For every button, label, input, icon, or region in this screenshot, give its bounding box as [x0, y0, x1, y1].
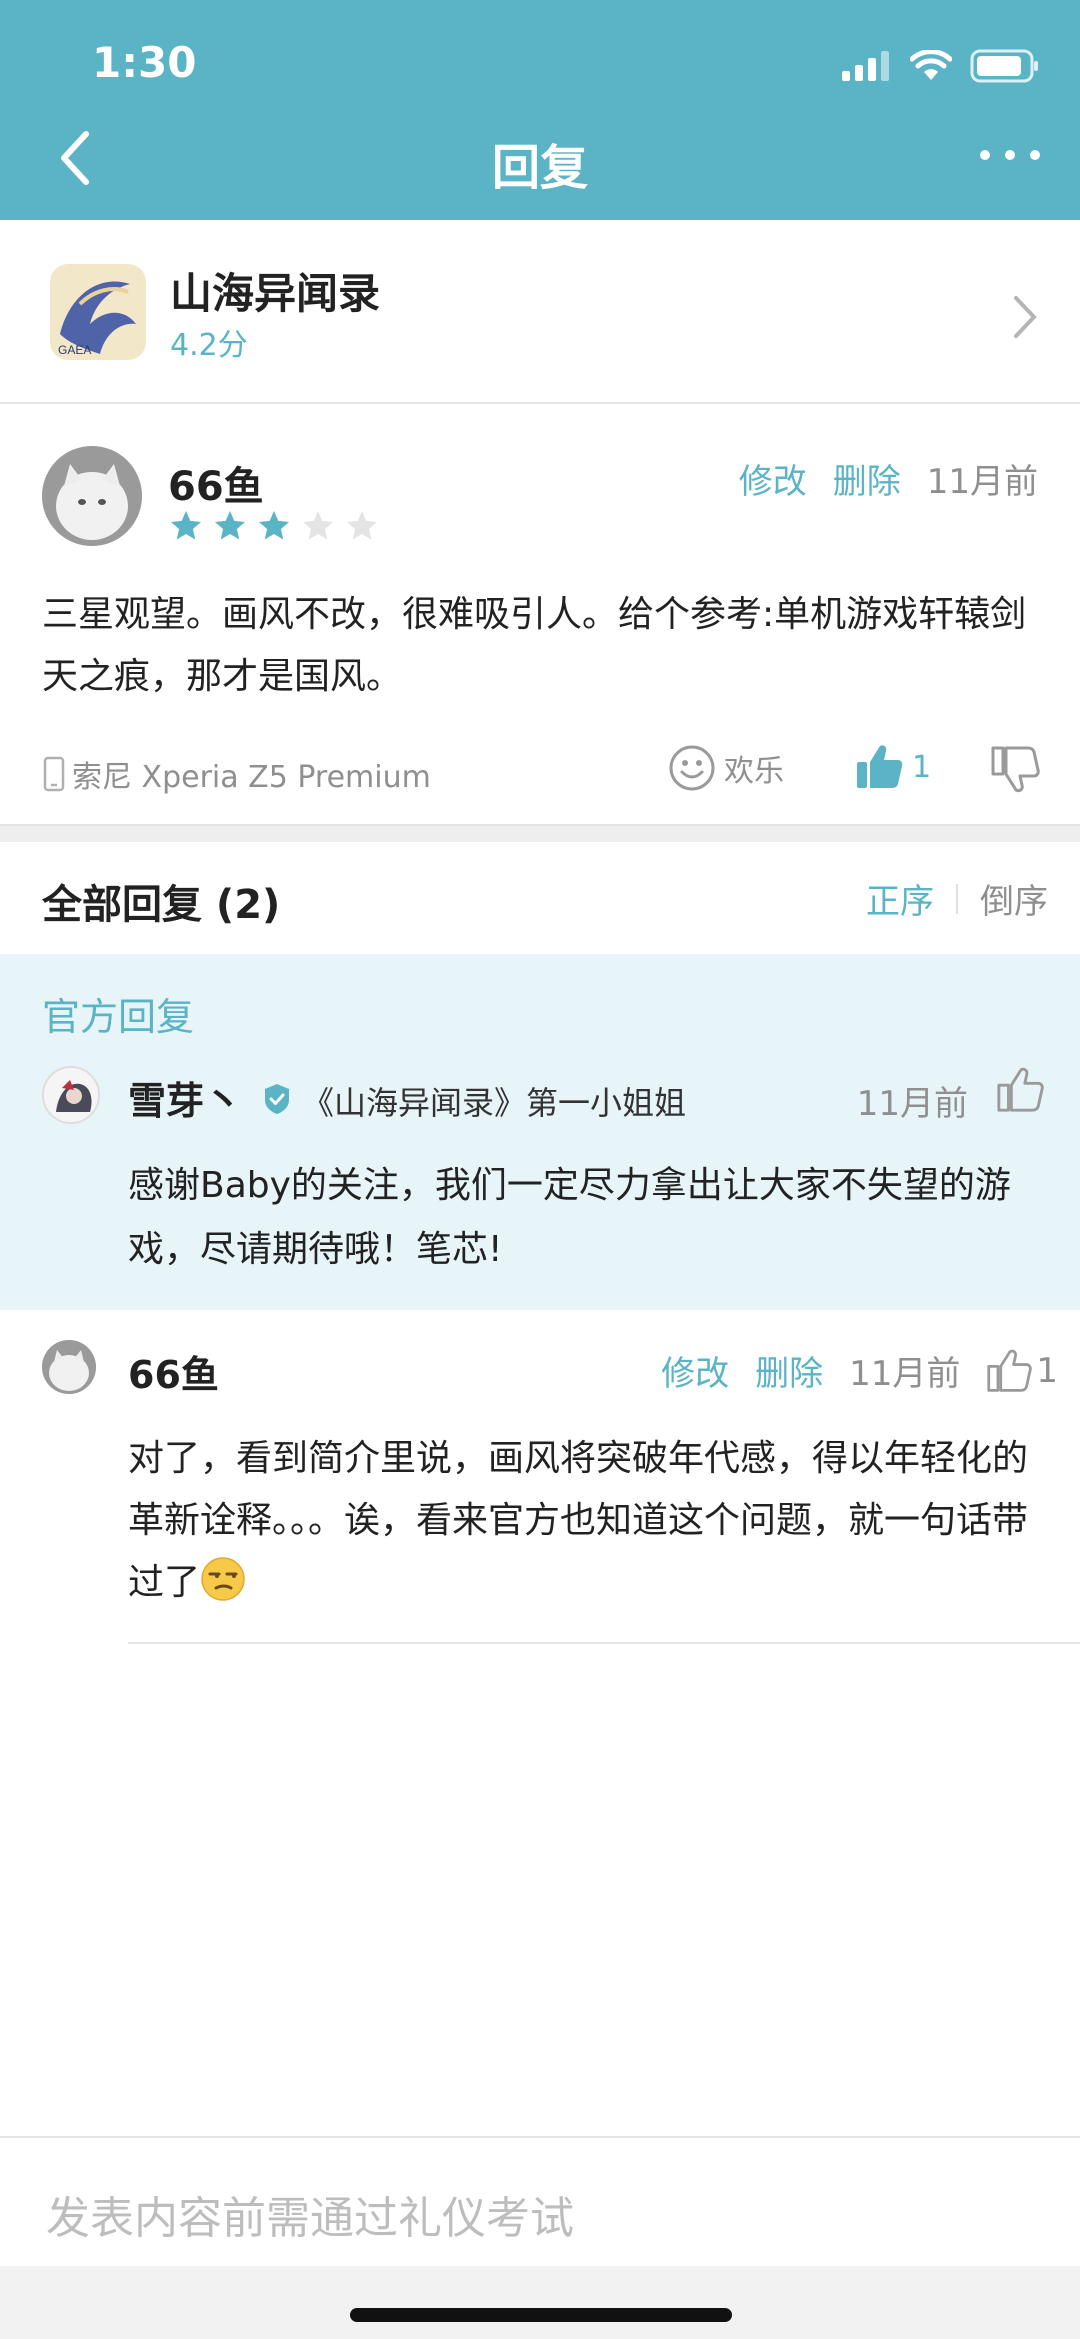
- game-card[interactable]: GAEA 山海异闻录 4.2分: [0, 220, 1080, 404]
- avatar[interactable]: [42, 446, 142, 546]
- delete-button[interactable]: 删除: [833, 454, 901, 503]
- official-username[interactable]: 雪芽丶: [128, 1070, 242, 1125]
- star-filled-icon: [171, 511, 201, 540]
- edit-button[interactable]: 修改: [739, 454, 807, 503]
- avatar[interactable]: [42, 1340, 96, 1394]
- avatar[interactable]: [42, 1066, 100, 1124]
- thumbs-up-icon[interactable]: [996, 1066, 1044, 1114]
- sort-descending-button[interactable]: 倒序: [980, 874, 1048, 923]
- battery-icon: [970, 49, 1038, 83]
- main-review: 66鱼 修改 删除 11月前 三星观望。画风不改，很难吸引人。给个参考:单机游戏…: [0, 404, 1080, 824]
- home-indicator-area: [0, 2266, 1080, 2339]
- star-filled-icon: [215, 511, 245, 540]
- game-name: 山海异闻录: [170, 269, 381, 318]
- section-divider: [0, 824, 1080, 842]
- unamused-face-icon: [201, 1557, 245, 1601]
- delete-button[interactable]: 删除: [755, 1346, 823, 1395]
- reply-text: 对了，看到简介里说，画风将突破年代感，得以年轻化的革新诠释。。。诶，看来官方也知…: [128, 1428, 1048, 1614]
- like-count: 1: [1036, 1350, 1058, 1391]
- device-name: 索尼 Xperia Z5 Premium: [72, 760, 431, 795]
- reply-username[interactable]: 66鱼: [128, 1344, 219, 1399]
- star-filled-icon: [259, 511, 289, 540]
- verified-badge-icon: [265, 1084, 289, 1114]
- reply-time: 11月前: [849, 1354, 961, 1394]
- home-indicator[interactable]: [350, 2308, 732, 2322]
- comment-composer[interactable]: 发表内容前需通过礼仪考试: [0, 2136, 1080, 2266]
- review-username[interactable]: 66鱼: [168, 454, 264, 512]
- reply-actions: 修改 删除 11月前 1: [661, 1346, 1058, 1395]
- review-text: 三星观望。画风不改，很难吸引人。给个参考:单机游戏轩辕剑天之痕，那才是国风。: [42, 594, 1027, 697]
- thumbs-up-filled-icon: [857, 745, 903, 788]
- edit-button[interactable]: 修改: [661, 1346, 729, 1395]
- wifi-icon: [910, 50, 952, 80]
- star-empty-icon: [303, 511, 333, 540]
- review-actions: 修改 删除 11月前: [739, 454, 1038, 503]
- review-time: 11月前: [926, 462, 1038, 502]
- more-options-icon[interactable]: [980, 140, 1040, 170]
- replies-header: 全部回复 (2) 正序 倒序: [0, 842, 1080, 954]
- sort-options: 正序 倒序: [866, 874, 1048, 923]
- official-reply-text: 感谢Baby的关注，我们一定尽力拿出让大家不失望的游戏，尽请期待哦！笔芯!: [128, 1165, 1011, 1270]
- emotion-button[interactable]: 欢乐: [668, 744, 784, 792]
- thumbs-down-icon[interactable]: [990, 744, 1040, 794]
- page-title: 回复: [491, 140, 588, 196]
- reply-item: 66鱼 修改 删除 11月前 1 对了，看到简介里说，画风将突破年代感，得以年轻…: [0, 1310, 1080, 1644]
- svg-text:GAEA: GAEA: [58, 343, 91, 357]
- device-info: 索尼 Xperia Z5 Premium: [42, 752, 431, 796]
- status-icons: [842, 46, 1040, 86]
- signal-icon: [842, 51, 889, 81]
- rating-stars: [168, 508, 380, 544]
- review-footer: 索尼 Xperia Z5 Premium 欢乐 1: [42, 742, 1042, 802]
- reply-text-content: 对了，看到简介里说，画风将突破年代感，得以年轻化的革新诠释。。。诶，看来官方也知…: [128, 1438, 1029, 1603]
- emotion-label: 欢乐: [724, 754, 784, 789]
- phone-icon: [43, 756, 65, 792]
- like-count: 1: [912, 749, 932, 785]
- official-tag: 《山海异闻录》第一小姐姐: [302, 1084, 687, 1122]
- app-header: 1:30 回复: [0, 0, 1080, 220]
- like-button[interactable]: 1: [854, 742, 931, 792]
- official-reply-time: 11月前: [856, 1084, 968, 1124]
- chevron-right-icon: [1014, 296, 1037, 338]
- smiley-icon: [669, 745, 715, 791]
- sort-ascending-button[interactable]: 正序: [866, 874, 934, 923]
- star-empty-icon: [347, 511, 377, 540]
- game-score: 4.2分: [170, 328, 248, 363]
- comment-input-placeholder[interactable]: 发表内容前需通过礼仪考试: [46, 2182, 574, 2246]
- replies-title: 全部回复 (2): [42, 882, 281, 928]
- sort-separator: [956, 883, 958, 914]
- official-reply-label: 官方回复: [42, 995, 195, 1039]
- status-time: 1:30: [92, 38, 197, 87]
- official-reply: 官方回复 雪芽丶 《山海异闻录》第一小姐姐 11月前 感谢Baby的关注，我们一…: [0, 954, 1080, 1310]
- like-button[interactable]: 1: [986, 1348, 1058, 1394]
- reply-divider: [128, 1642, 1080, 1644]
- thumbs-up-icon: [987, 1349, 1033, 1392]
- game-icon: GAEA: [50, 264, 146, 360]
